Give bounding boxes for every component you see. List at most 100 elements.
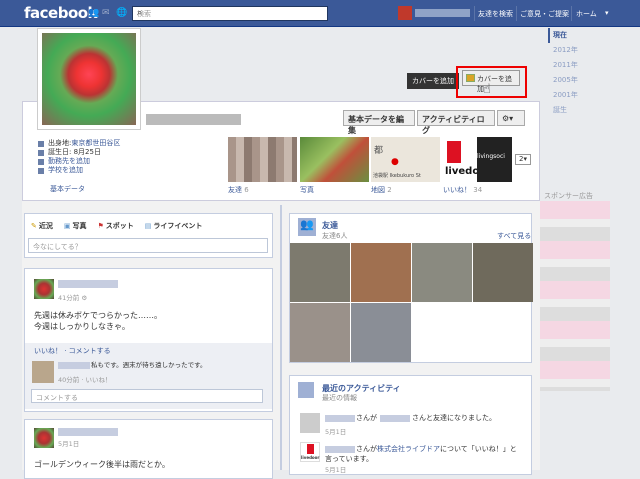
post-author-avatar[interactable] [34, 279, 54, 299]
tile-label: 友達 [228, 186, 242, 194]
feedback-link[interactable]: ご意見・ご提案 [520, 9, 569, 19]
activity-text: さんが [356, 414, 377, 422]
tab-photo[interactable]: ▣ 写真 [64, 221, 87, 231]
home-link[interactable]: ホーム [576, 9, 597, 19]
post-text: ゴールデンウィーク後半は雨だとか。 [34, 460, 170, 469]
friend-thumbnail[interactable] [290, 303, 350, 362]
map-pin-icon: ● [391, 157, 399, 167]
friend-thumbnail[interactable] [290, 243, 350, 302]
tab-status[interactable]: ✎ 近況 [31, 221, 53, 231]
photos-caption[interactable]: 写真 [300, 185, 314, 195]
edit-basic-data-button[interactable]: 基本データを編集 [343, 110, 415, 135]
divider [516, 6, 517, 21]
friend-thumbnail[interactable] [351, 303, 411, 362]
year-2001[interactable]: 2001年 [548, 88, 608, 103]
tab-label: 近況 [38, 222, 53, 230]
post-text-line1: 先週は休みボケでつらかった……。 [34, 311, 162, 320]
friend-requests-icon[interactable]: 👥 [88, 8, 99, 18]
like-comment-actions[interactable]: いいね！ · コメントする [34, 346, 111, 356]
year-now[interactable]: 現在 [548, 28, 608, 43]
see-all-link[interactable]: すべて見る [497, 231, 531, 241]
commenter-avatar[interactable] [32, 361, 54, 383]
facebook-logo[interactable]: facebook [24, 4, 98, 22]
year-birth[interactable]: 誕生 [548, 103, 608, 118]
year-2012[interactable]: 2012年 [548, 43, 608, 58]
flag-icon: ▤ [144, 222, 152, 230]
activity-log-button[interactable]: アクティビティログ [417, 110, 495, 135]
friends-tile[interactable] [228, 137, 297, 182]
hometown-label: 出身地: [48, 139, 72, 147]
activity-avatar[interactable] [300, 413, 320, 433]
tab-life-event[interactable]: ▤ ライフイベント [145, 221, 203, 231]
user-name-blurred[interactable] [415, 9, 470, 17]
map-caption: 池袋駅 Ikebukuro St [373, 173, 421, 179]
comment-text: 私もです。週末が待ち遠しかったです。 [91, 361, 207, 369]
company-link[interactable]: 株式会社ライブドア [377, 445, 440, 453]
commenter-name-blurred[interactable] [58, 362, 90, 369]
name-blurred[interactable] [325, 415, 355, 422]
map-tile[interactable]: 都 ● 池袋駅 Ikebukuro St [371, 137, 440, 182]
year-2005[interactable]: 2005年 [548, 73, 608, 88]
name-blurred[interactable] [380, 415, 410, 422]
activity-date[interactable]: 5月1日 [325, 426, 346, 436]
tile-count: 2 [387, 186, 392, 194]
tiles-dropdown[interactable]: 2▾ [515, 154, 531, 165]
pin-icon: ⚑ [97, 222, 104, 230]
birthday-text: 誕生日: 8月25日 [48, 148, 101, 156]
comment-input[interactable]: コメントする [31, 389, 263, 403]
search-input[interactable]: 検索 ⌕ [132, 6, 328, 21]
timeline-spine [280, 205, 282, 470]
post-time[interactable]: 41分前 ⚙ [58, 292, 87, 302]
briefcase-icon [38, 158, 44, 165]
divider [474, 6, 475, 21]
user-avatar[interactable] [398, 6, 412, 20]
hometown-link[interactable]: 東京都世田谷区 [71, 139, 120, 148]
sponsored-heading: スポンサー広告 [544, 192, 593, 200]
profile-picture[interactable] [37, 28, 141, 130]
activity-text: さんが [356, 445, 377, 453]
likes-tile[interactable]: livedoor livingsoci [443, 137, 512, 182]
settings-gear-button[interactable]: ⚙▾ [497, 110, 525, 126]
friends-title[interactable]: 友達 [322, 220, 338, 231]
friends-count: 友達6人 [322, 232, 348, 240]
name-blurred[interactable] [325, 446, 355, 453]
livedoor-mark-icon [307, 444, 314, 454]
activity-date[interactable]: 5月1日 [325, 464, 346, 474]
year-2011[interactable]: 2011年 [548, 58, 608, 73]
post-author-name-blurred[interactable] [58, 428, 118, 436]
account-menu-chevron-icon[interactable]: ▾ [605, 9, 609, 17]
friends-caption[interactable]: 友達 6 [228, 185, 249, 195]
friend-thumbnail[interactable] [473, 243, 533, 302]
friend-thumbnail[interactable] [351, 243, 411, 302]
cake-icon [38, 149, 44, 156]
tile-label: 地図 [371, 186, 385, 194]
add-school-link[interactable]: 学校を追加 [48, 166, 83, 175]
cover-tooltip: カバーを追加 [407, 73, 459, 89]
top-navigation-bar: facebook 👥 ✉ 🌐 検索 ⌕ 友達を検索 ご意見・ご提案 ホーム ▾ [0, 0, 640, 27]
messages-icon[interactable]: ✉ [102, 8, 112, 18]
friend-thumbnail[interactable] [412, 243, 472, 302]
photos-tile[interactable] [300, 137, 369, 182]
timeline-years-nav: 現在 2012年 2011年 2005年 2001年 誕生 [548, 28, 608, 118]
status-input[interactable]: 今なにしてる？ [28, 238, 268, 253]
post-author-name-blurred[interactable] [58, 280, 118, 288]
comment-meta[interactable]: 40分前 · いいね！ [58, 374, 111, 384]
tiles-dropdown-value: 2 [519, 155, 524, 163]
tab-place[interactable]: ⚑ スポット [98, 221, 134, 231]
notifications-icon[interactable]: 🌐 [116, 8, 127, 18]
post-time-text: 41分前 [58, 294, 80, 302]
map-caption-link[interactable]: 地図 2 [371, 185, 392, 195]
livedoor-logo-icon[interactable]: livedoor [300, 442, 320, 462]
basic-data-link[interactable]: 基本データ [50, 184, 85, 194]
add-work-link[interactable]: 勤務先を追加 [48, 157, 90, 166]
post-author-avatar[interactable] [34, 428, 54, 448]
likes-caption[interactable]: いいね！ 34 [443, 185, 482, 195]
search-icon[interactable]: ⌕ [137, 8, 324, 18]
find-friends-link[interactable]: 友達を検索 [478, 9, 513, 19]
highlight-box [456, 66, 527, 98]
activity-text: について「いいね！」と [440, 445, 517, 453]
post-time[interactable]: 5月1日 [58, 438, 79, 448]
divider [571, 6, 572, 21]
sponsored-ads-blurred[interactable] [540, 201, 610, 391]
livedoor-logo-icon [447, 141, 461, 163]
